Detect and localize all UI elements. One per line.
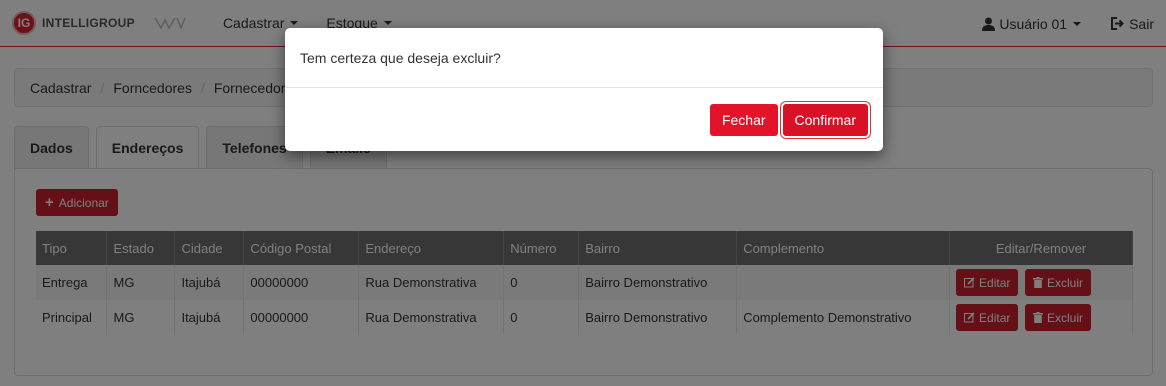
close-button[interactable]: Fechar [709, 104, 778, 136]
confirm-delete-dialog: Tem certeza que deseja excluir? Fechar C… [285, 28, 883, 151]
confirm-button[interactable]: Confirmar [782, 104, 868, 136]
modal-message: Tem certeza que deseja excluir? [300, 49, 501, 66]
modal-body: Tem certeza que deseja excluir? [285, 28, 883, 88]
modal-footer: Fechar Confirmar [705, 104, 868, 136]
